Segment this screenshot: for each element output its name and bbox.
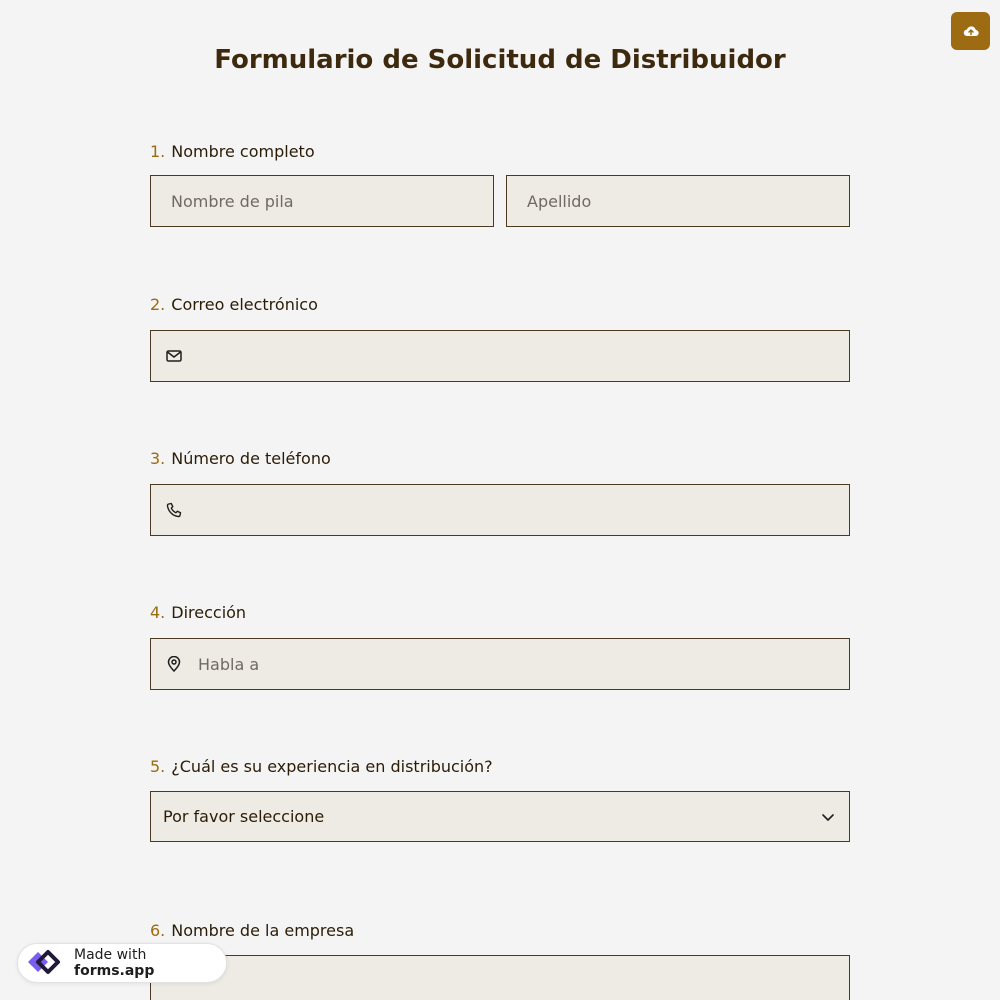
question-number: 6.	[150, 921, 166, 940]
question-label: 6. Nombre de la empresa	[150, 920, 850, 942]
question-text: Nombre de la empresa	[171, 921, 355, 940]
address-placeholder: Habla a	[198, 654, 260, 674]
last-name-placeholder: Apellido	[527, 191, 592, 211]
chevron-down-icon	[821, 807, 835, 826]
question-experience: 5. ¿Cuál es su experiencia en distribuci…	[150, 756, 850, 842]
made-with-forms-app-badge[interactable]: Made with forms.app	[17, 943, 227, 983]
name-fields-row: Nombre de pila Apellido	[150, 175, 850, 227]
question-number: 1.	[150, 142, 166, 161]
question-number: 5.	[150, 757, 166, 776]
question-number: 3.	[150, 449, 166, 468]
envelope-icon	[164, 346, 184, 366]
phone-icon	[164, 500, 184, 520]
question-label: 4. Dirección	[150, 602, 850, 624]
company-name-input[interactable]	[150, 955, 850, 1000]
question-label: 2. Correo electrónico	[150, 294, 850, 316]
question-number: 2.	[150, 295, 166, 314]
phone-input[interactable]	[150, 484, 850, 536]
question-label: 5. ¿Cuál es su experiencia en distribuci…	[150, 756, 850, 778]
question-number: 4.	[150, 603, 166, 622]
question-text: Nombre completo	[171, 142, 315, 161]
question-company-name: 6. Nombre de la empresa	[150, 920, 850, 1000]
map-pin-icon	[164, 654, 184, 674]
question-text: ¿Cuál es su experiencia en distribución?	[171, 757, 493, 776]
email-input[interactable]	[150, 330, 850, 382]
question-label: 1. Nombre completo	[150, 141, 850, 163]
badge-prefix: Made with	[74, 947, 147, 963]
cloud-upload-icon	[963, 22, 979, 41]
forms-app-logo-icon	[26, 944, 66, 982]
question-text: Número de teléfono	[171, 449, 331, 468]
badge-text: Made with forms.app	[74, 947, 226, 979]
experience-select[interactable]: Por favor seleccione	[150, 791, 850, 842]
question-text: Correo electrónico	[171, 295, 318, 314]
question-text: Dirección	[171, 603, 247, 622]
question-full-name: 1. Nombre completo Nombre de pila Apelli…	[150, 141, 850, 227]
question-phone: 3. Número de teléfono	[150, 448, 850, 536]
last-name-input[interactable]: Apellido	[506, 175, 850, 227]
first-name-input[interactable]: Nombre de pila	[150, 175, 494, 227]
question-address: 4. Dirección Habla a	[150, 602, 850, 690]
address-input[interactable]: Habla a	[150, 638, 850, 690]
question-label: 3. Número de teléfono	[150, 448, 850, 470]
badge-brand: forms.app	[74, 963, 155, 979]
experience-selected-value: Por favor seleccione	[163, 807, 325, 826]
first-name-placeholder: Nombre de pila	[171, 191, 294, 211]
page-title: Formulario de Solicitud de Distribuidor	[214, 45, 786, 75]
form-page: Formulario de Solicitud de Distribuidor …	[0, 0, 1000, 1000]
question-email: 2. Correo electrónico	[150, 294, 850, 382]
